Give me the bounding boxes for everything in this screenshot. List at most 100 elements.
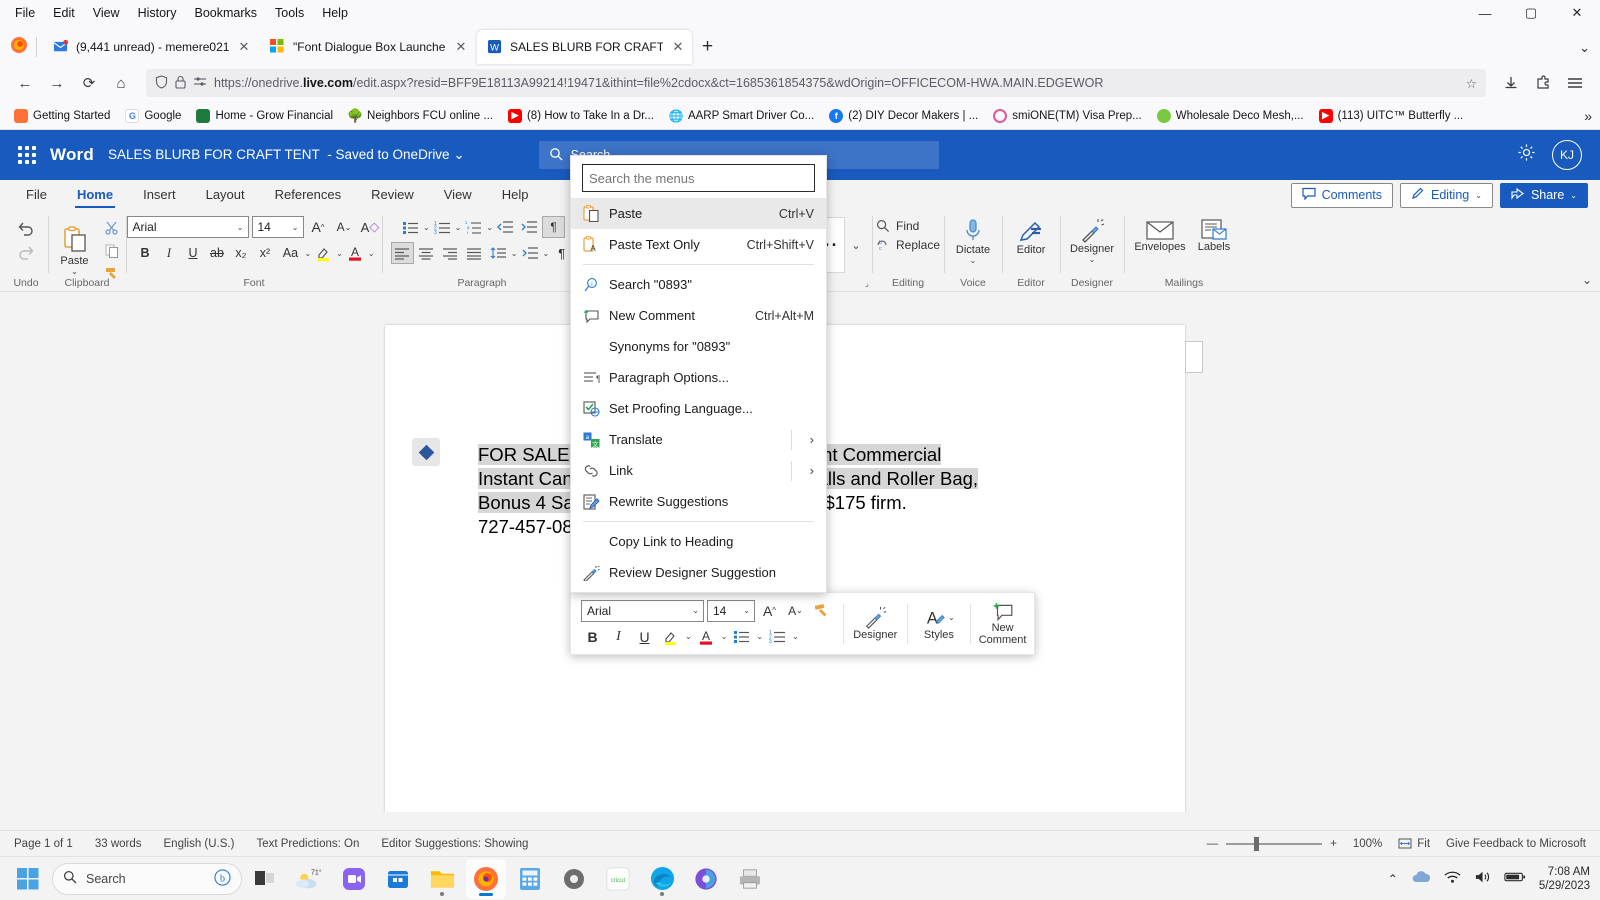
- shading-icon[interactable]: [519, 242, 542, 264]
- zoom-slider[interactable]: — +: [1207, 838, 1337, 850]
- chevron-down-icon[interactable]: ⌄: [1089, 255, 1096, 264]
- bookmark-item[interactable]: ▶(8) How to Take In a Dr...: [502, 106, 660, 126]
- font-color-icon[interactable]: A: [344, 242, 367, 264]
- chevron-down-icon[interactable]: ⌄: [970, 256, 977, 265]
- tab-view[interactable]: View: [430, 182, 486, 208]
- zoom-icon[interactable]: [334, 859, 374, 899]
- ribbon-collapse-chevron-icon[interactable]: ⌄: [1582, 273, 1592, 287]
- change-case-button[interactable]: Aa: [277, 242, 303, 264]
- browser-tab-3-active[interactable]: W SALES BLURB FOR CRAFT TENT. ✕: [477, 30, 692, 64]
- bookmark-item[interactable]: smiONE(TM) Visa Prep...: [987, 106, 1148, 126]
- chevron-down-icon[interactable]: ⌄: [455, 223, 462, 232]
- chevron-down-icon[interactable]: ⌄: [1570, 191, 1577, 200]
- tab-close-icon[interactable]: ✕: [670, 39, 686, 55]
- mini-new-comment-button[interactable]: New Comment: [977, 602, 1028, 646]
- address-bar[interactable]: https://onedrive.live.com/edit.aspx?resi…: [146, 69, 1486, 97]
- onedrive-icon[interactable]: [1411, 870, 1431, 887]
- task-view-icon[interactable]: [246, 859, 286, 899]
- mini-formatting-toolbar[interactable]: Arial ⌄ 14 ⌄ A^ A⌄ B I U: [570, 592, 1035, 655]
- zoom-out-button[interactable]: —: [1207, 838, 1219, 850]
- chevron-down-icon[interactable]: ⌄: [71, 267, 78, 276]
- wifi-icon[interactable]: [1444, 870, 1461, 887]
- zoom-slider-track[interactable]: [1226, 843, 1322, 845]
- subscript-button[interactable]: x₂: [229, 242, 252, 264]
- font-size-select[interactable]: 14 ⌄: [252, 216, 304, 238]
- context-menu-item-new-comment[interactable]: New Comment Ctrl+Alt+M: [571, 300, 826, 331]
- align-center-button[interactable]: [415, 242, 438, 264]
- multilevel-list-icon[interactable]: 1ai: [462, 216, 485, 238]
- shrink-font-icon[interactable]: A⌄: [784, 600, 807, 622]
- editor-button[interactable]: Editor: [1007, 218, 1055, 258]
- menu-search-input[interactable]: Search the menus: [582, 164, 815, 192]
- chevron-down-icon[interactable]: ⌄: [1475, 191, 1482, 200]
- dictate-button[interactable]: Dictate ⌄: [949, 216, 997, 267]
- bookmark-item[interactable]: 🌐AARP Smart Driver Co...: [663, 106, 820, 126]
- tab-close-icon[interactable]: ✕: [236, 39, 252, 55]
- chevron-down-icon[interactable]: ⌄: [756, 632, 763, 641]
- fit-page-button[interactable]: Fit: [1398, 838, 1430, 850]
- save-state-chevron-down-icon[interactable]: ⌄: [453, 147, 464, 162]
- editing-mode-button[interactable]: Editing ⌄: [1400, 183, 1493, 208]
- bookmark-item[interactable]: ▶(113) UITC™ Butterfly ...: [1313, 106, 1470, 126]
- chevron-down-icon[interactable]: ⌄: [721, 632, 728, 641]
- status-editor-suggestions[interactable]: Editor Suggestions: Showing: [381, 838, 528, 850]
- superscript-button[interactable]: x²: [253, 242, 276, 264]
- windows-start-icon[interactable]: [8, 859, 48, 899]
- labels-button[interactable]: Labels: [1193, 217, 1235, 255]
- tray-chevron-up-icon[interactable]: ⌃: [1388, 872, 1398, 886]
- document-title[interactable]: SALES BLURB FOR CRAFT TENT - Saved to On…: [108, 147, 465, 163]
- show-formatting-marks-button[interactable]: ¶: [542, 216, 565, 238]
- forward-button[interactable]: →: [42, 69, 72, 97]
- italic-button[interactable]: I: [607, 626, 630, 648]
- permissions-icon[interactable]: [193, 76, 207, 91]
- word-brand-label[interactable]: Word: [50, 145, 94, 165]
- chevron-down-icon[interactable]: ⌄: [336, 249, 343, 258]
- avatar[interactable]: KJ: [1552, 140, 1582, 170]
- menu-tools[interactable]: Tools: [266, 3, 313, 23]
- bold-button[interactable]: B: [133, 242, 156, 264]
- chevron-down-icon[interactable]: ⌄: [511, 249, 518, 258]
- context-menu-item-review-designer-suggestion[interactable]: Review Designer Suggestion: [571, 557, 826, 588]
- tabstrip-chevron-down-icon[interactable]: ⌄: [1579, 40, 1590, 56]
- firefox-menu-icon[interactable]: [1560, 69, 1590, 97]
- text-highlight-icon[interactable]: [312, 242, 335, 264]
- comments-button[interactable]: Comments: [1291, 183, 1393, 208]
- close-button[interactable]: ✕: [1554, 0, 1600, 26]
- font-color-icon[interactable]: A: [695, 626, 718, 648]
- tab-home[interactable]: Home: [63, 182, 127, 208]
- tab-file[interactable]: File: [12, 182, 61, 208]
- bookmark-item[interactable]: Home - Grow Financial: [190, 106, 339, 126]
- menu-help[interactable]: Help: [313, 3, 357, 23]
- mini-font-family-select[interactable]: Arial ⌄: [581, 600, 704, 622]
- maximize-button[interactable]: ▢: [1508, 0, 1554, 26]
- mini-designer-button[interactable]: Designer: [850, 606, 901, 641]
- underline-button[interactable]: U: [633, 626, 656, 648]
- italic-button[interactable]: I: [157, 242, 180, 264]
- microsoft-store-icon[interactable]: [378, 859, 418, 899]
- menu-view[interactable]: View: [84, 3, 129, 23]
- feedback-link[interactable]: Give Feedback to Microsoft: [1446, 838, 1586, 850]
- copy-icon[interactable]: [101, 240, 124, 262]
- menu-history[interactable]: History: [129, 3, 186, 23]
- context-menu-item-copy-link-to-heading[interactable]: Copy Link to Heading: [571, 526, 826, 557]
- menu-file[interactable]: File: [6, 3, 44, 23]
- home-button[interactable]: ⌂: [106, 69, 136, 97]
- numbered-list-icon[interactable]: 123: [766, 626, 789, 648]
- context-menu[interactable]: Search the menus Paste Ctrl+V A Paste Te…: [570, 155, 827, 593]
- font-family-select[interactable]: Arial ⌄: [127, 216, 249, 238]
- context-menu-item-search[interactable]: i Search "0893": [571, 269, 826, 300]
- decrease-indent-icon[interactable]: [494, 216, 517, 238]
- bookmarks-overflow-icon[interactable]: »: [1584, 108, 1592, 124]
- bold-button[interactable]: B: [581, 626, 604, 648]
- browser-tab-2[interactable]: "Font Dialogue Box Launcher" c ✕: [260, 30, 475, 64]
- chevron-down-icon[interactable]: ⌄: [292, 223, 299, 232]
- clear-formatting-icon[interactable]: A◇: [359, 216, 382, 238]
- status-page-count[interactable]: Page 1 of 1: [14, 838, 73, 850]
- menu-edit[interactable]: Edit: [44, 3, 84, 23]
- align-right-button[interactable]: [439, 242, 462, 264]
- chevron-down-icon[interactable]: ⌄: [743, 606, 750, 615]
- numbered-list-icon[interactable]: 123: [431, 216, 454, 238]
- tab-close-icon[interactable]: ✕: [453, 39, 469, 55]
- line-spacing-icon[interactable]: [487, 242, 510, 264]
- tab-layout[interactable]: Layout: [192, 182, 259, 208]
